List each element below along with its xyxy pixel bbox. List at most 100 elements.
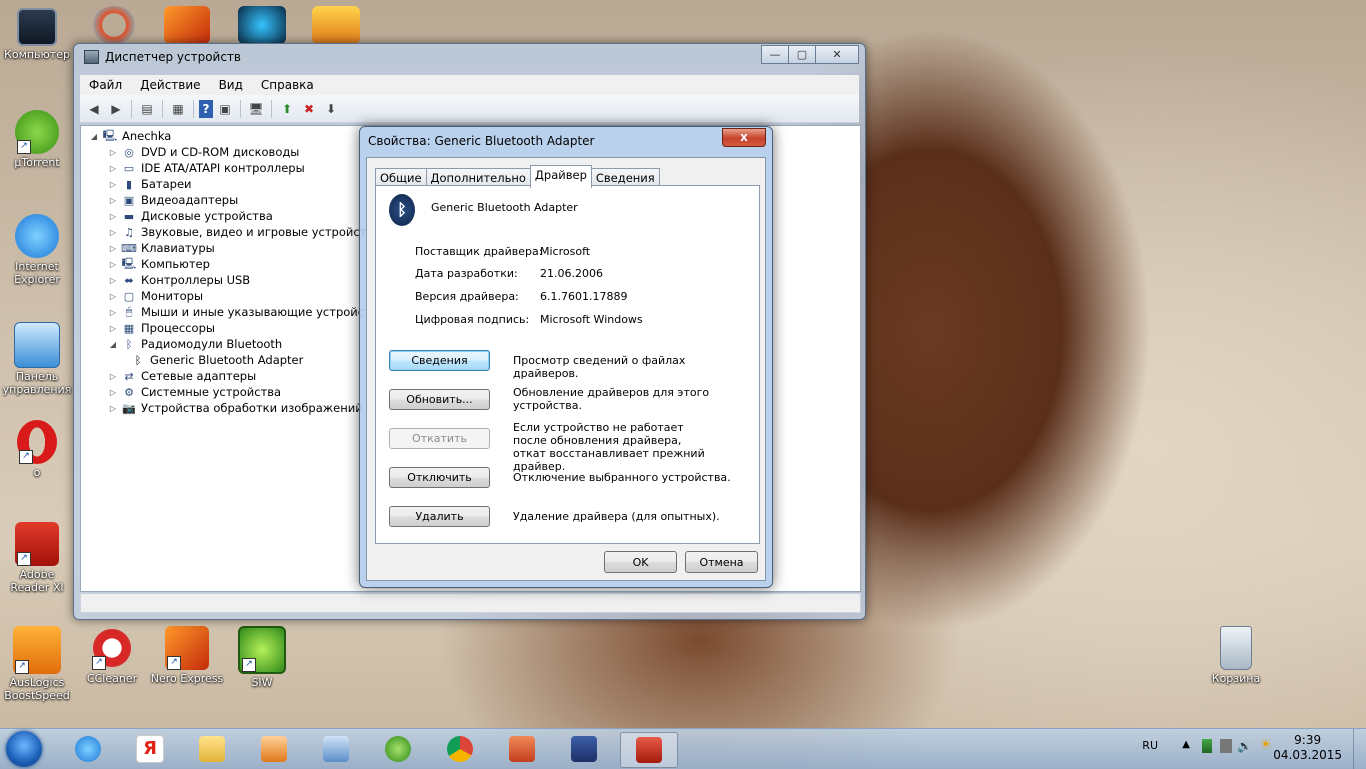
desktop-icon-top-3[interactable]	[238, 6, 286, 44]
expand-arrow-icon[interactable]: ▷	[108, 292, 118, 301]
desktop-icon-computer[interactable]: Компьютер	[0, 8, 74, 61]
expand-arrow-icon[interactable]: ▷	[108, 276, 118, 285]
clock[interactable]: 9:39 04.03.2015	[1273, 733, 1342, 763]
tree-category-computer[interactable]: ▷ 🖳 Компьютер	[108, 256, 210, 272]
expand-arrow-icon[interactable]: ▷	[108, 372, 118, 381]
show-hide-tree-icon[interactable]: ▤	[137, 100, 157, 118]
update-driver-button[interactable]: Обновить...	[389, 389, 490, 410]
rollback-driver-button[interactable]: Откатить	[389, 428, 490, 449]
properties-icon[interactable]: ▦	[168, 100, 188, 118]
maximize-button[interactable]: ▢	[788, 45, 816, 64]
tree-category-label: Процессоры	[141, 321, 215, 335]
expand-arrow-icon[interactable]: ▷	[108, 388, 118, 397]
expand-arrow-icon[interactable]: ▷	[108, 212, 118, 221]
network-icon[interactable]	[1202, 739, 1212, 753]
tree-category-usb[interactable]: ▷ ⬌ Контроллеры USB	[108, 272, 250, 288]
taskbar-downloader[interactable]	[374, 732, 422, 766]
desktop-icon-top-1[interactable]	[92, 6, 136, 44]
show-desktop-button[interactable]	[1353, 729, 1366, 769]
expand-arrow-icon[interactable]: ▷	[108, 260, 118, 269]
taskbar-yandex[interactable]: Я	[126, 732, 174, 766]
expand-arrow-icon[interactable]: ▷	[108, 164, 118, 173]
forward-icon[interactable]: ▶	[106, 100, 126, 118]
back-icon[interactable]: ◀	[84, 100, 104, 118]
ok-button[interactable]: OK	[604, 551, 677, 573]
desktop-icon-control-panel[interactable]: Панель управления	[0, 322, 74, 396]
tree-category-monitor[interactable]: ▷ ▢ Мониторы	[108, 288, 203, 304]
desktop-icon-siw[interactable]: ↗ SIW	[225, 626, 299, 689]
tree-category-battery[interactable]: ▷ ▮ Батареи	[108, 176, 192, 192]
collapse-arrow-icon[interactable]: ◢	[108, 340, 118, 349]
expand-arrow-icon[interactable]: ▷	[108, 196, 118, 205]
close-button[interactable]: ✕	[815, 45, 859, 64]
scan-hardware-icon[interactable]: 🖥	[246, 100, 266, 118]
tree-category-cpu[interactable]: ▷ ▦ Процессоры	[108, 320, 215, 336]
taskbar-powerpoint[interactable]	[498, 732, 546, 766]
tree-category-imaging[interactable]: ▷ 📷 Устройства обработки изображений	[108, 400, 363, 416]
tree-category-system[interactable]: ▷ ⚙ Системные устройства	[108, 384, 281, 400]
expand-arrow-icon[interactable]: ▷	[108, 244, 118, 253]
desktop-icon-nero[interactable]: ↗ Nero Express	[150, 626, 224, 685]
volume-icon[interactable]: 🔊	[1237, 739, 1252, 753]
desktop-icon-auslogics[interactable]: ↗ AusLogics BoostSpeed	[0, 626, 74, 702]
uninstall-icon[interactable]: ✖	[299, 100, 319, 118]
mouse-icon: 🖱	[125, 305, 133, 318]
taskbar-chrome[interactable]	[436, 732, 484, 766]
expand-arrow-icon[interactable]: ▷	[108, 324, 118, 333]
tree-device-generic-bluetooth[interactable]: ᛒ Generic Bluetooth Adapter	[127, 352, 304, 368]
tree-category-dvd[interactable]: ▷ ◎ DVD и CD-ROM дисководы	[108, 144, 299, 160]
weather-icon[interactable]: ☀	[1259, 737, 1272, 753]
desktop-icon-opera[interactable]: ↗ o	[0, 420, 74, 479]
tree-category-disk[interactable]: ▷ ▬ Дисковые устройства	[108, 208, 273, 224]
desktop-icon-top-4[interactable]	[312, 6, 360, 44]
desktop-icon-ie[interactable]: Internet Explorer	[0, 214, 74, 286]
language-indicator[interactable]: RU	[1142, 739, 1158, 752]
desktop-icon-adobe-reader[interactable]: ↗ Adobe Reader XI	[0, 522, 74, 594]
menu-file[interactable]: Файл	[80, 78, 131, 92]
tree-category-mouse[interactable]: ▷ 🖱 Мыши и иные указывающие устройства	[108, 304, 385, 320]
collapse-arrow-icon[interactable]: ◢	[89, 132, 99, 141]
tab-driver[interactable]: Драйвер	[529, 165, 592, 188]
minimize-button[interactable]: —	[761, 45, 789, 64]
menu-help[interactable]: Справка	[252, 78, 323, 92]
dialog-close-button[interactable]: x	[722, 128, 766, 147]
tree-root[interactable]: ◢ 🖳 Anechka	[89, 128, 171, 144]
tree-category-network[interactable]: ▷ ⇄ Сетевые адаптеры	[108, 368, 256, 384]
start-button[interactable]	[6, 731, 42, 767]
tree-category-sound[interactable]: ▷ ♫ Звуковые, видео и игровые устройства	[108, 224, 380, 240]
battery-icon: ▮	[125, 177, 133, 191]
taskbar-device-manager[interactable]	[620, 732, 678, 768]
driver-tab-panel: ᛒ Generic Bluetooth Adapter Поставщик др…	[375, 185, 760, 544]
update-driver-icon[interactable]: ⬆	[277, 100, 297, 118]
tree-category-bluetooth[interactable]: ◢ ᛒ Радиомодули Bluetooth	[108, 336, 282, 352]
battery-icon[interactable]	[1220, 739, 1232, 753]
view-icon[interactable]: ▣	[215, 100, 235, 118]
expand-arrow-icon[interactable]: ▷	[108, 228, 118, 237]
menu-view[interactable]: Вид	[210, 78, 252, 92]
tree-category-display[interactable]: ▷ ▣ Видеоадаптеры	[108, 192, 238, 208]
taskbar-ie[interactable]	[64, 732, 112, 766]
taskbar-explorer[interactable]	[188, 732, 236, 766]
driver-details-button[interactable]: Сведения	[389, 350, 490, 371]
desktop-icon-ccleaner[interactable]: ↗ CCleaner	[75, 626, 149, 685]
disable-device-button[interactable]: Отключить	[389, 467, 490, 488]
desktop-icon-top-2[interactable]	[164, 6, 210, 44]
expand-arrow-icon[interactable]: ▷	[108, 148, 118, 157]
expand-arrow-icon[interactable]: ▷	[108, 180, 118, 189]
cancel-button[interactable]: Отмена	[685, 551, 758, 573]
expand-arrow-icon[interactable]: ▷	[108, 404, 118, 413]
expand-arrow-icon[interactable]: ▷	[108, 308, 118, 317]
properties-dialog[interactable]: Свойства: Generic Bluetooth Adapter x Об…	[359, 126, 773, 588]
tray-expand-icon[interactable]: ▲	[1182, 739, 1190, 750]
help-icon[interactable]: ?	[199, 99, 213, 118]
taskbar-media[interactable]	[250, 732, 298, 766]
menu-action[interactable]: Действие	[131, 78, 209, 92]
taskbar-save-app[interactable]	[560, 732, 608, 766]
field-value-signature: Microsoft Windows	[540, 313, 643, 326]
uninstall-driver-button[interactable]: Удалить	[389, 506, 490, 527]
disable-icon[interactable]: ⬇	[321, 100, 341, 118]
desktop-icon-utorrent[interactable]: ↗ µTorrent	[0, 110, 74, 169]
desktop-icon-recycle-bin[interactable]: Корзина	[1199, 626, 1273, 685]
taskbar-volume-app[interactable]	[312, 732, 360, 766]
tree-category-ide[interactable]: ▷ ▭ IDE ATA/ATAPI контроллеры	[108, 160, 305, 176]
